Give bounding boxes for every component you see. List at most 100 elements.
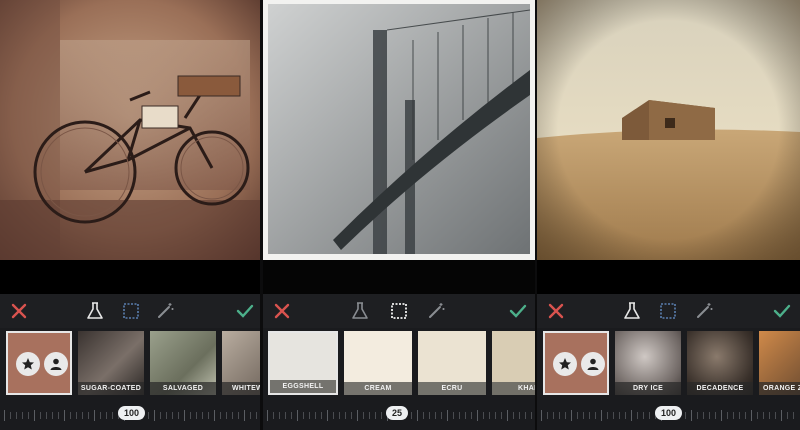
slider-tick [76,412,77,419]
edit-toolbar [263,294,537,328]
slider-tick [148,412,149,419]
filter-thumb-favorites[interactable] [543,331,609,395]
slider-tick [58,412,59,419]
slider-tick [541,410,542,421]
slider-tick [423,412,424,419]
favorite-button[interactable] [16,352,40,376]
slider-tick [351,412,352,419]
slider-tick [345,412,346,419]
apply-button[interactable] [507,300,529,322]
slider-tick [369,412,370,419]
slider-tick [34,410,35,421]
tab-frame[interactable] [120,300,142,322]
filter-thumb[interactable]: DRY ICE [615,331,681,395]
slider-tick [411,412,412,419]
favorite-button[interactable] [553,352,577,376]
slider-tick [178,412,179,419]
slider-value-badge[interactable]: 25 [386,406,409,420]
user-filters-button[interactable] [44,352,68,376]
slider-tick [267,410,268,421]
filter-strip: SUGAR-COATED SALVAGED WHITEWAS [0,328,263,398]
check-icon [236,304,254,318]
user-filters-button[interactable] [581,352,605,376]
cancel-button[interactable] [545,300,567,322]
slider-tick [637,412,638,419]
slider-tick [214,410,215,421]
slider-tick [4,410,5,421]
tab-magic[interactable] [693,300,715,322]
slider-tick [703,412,704,419]
edit-toolbar [0,294,263,328]
apply-button[interactable] [234,300,256,322]
slider-value-badge[interactable]: 100 [655,406,683,420]
slider-tick [483,412,484,419]
check-icon [773,304,791,318]
slider-tick [441,412,442,419]
frame-swatch-ecru[interactable]: ECRU [418,331,486,395]
slider-tick [100,412,101,419]
tab-magic[interactable] [154,300,176,322]
slider-tick [471,412,472,419]
intensity-slider[interactable]: 100 [0,398,263,430]
slider-tick [375,412,376,419]
slider-tick [781,410,782,421]
magic-wand-icon [429,303,445,318]
slider-tick [46,412,47,419]
slider-tick [70,412,71,419]
tab-lab[interactable] [84,300,106,322]
slider-tick [453,412,454,419]
cancel-button[interactable] [271,300,293,322]
slider-tick [595,412,596,419]
filter-thumb[interactable]: DECADENCE [687,331,753,395]
slider-tick [571,410,572,421]
slider-value-badge[interactable]: 100 [118,406,146,420]
photo-foggy-bridge [263,0,537,260]
slider-tick [613,412,614,419]
slider-tick [172,412,173,419]
tab-frame[interactable] [388,300,410,322]
slider-tick [232,412,233,419]
filter-thumb[interactable]: WHITEWAS [222,331,263,395]
filter-label: WHITEWAS [222,382,263,395]
frame-swatch-eggshell[interactable]: EGGSHELL [268,331,338,395]
slider-tick [601,410,602,421]
magic-wand-icon [158,303,174,318]
apply-button[interactable] [771,300,793,322]
slider-tick [363,412,364,419]
slider-tick [513,412,514,419]
filter-thumb[interactable]: SUGAR-COATED [78,331,144,395]
tab-magic[interactable] [425,300,447,322]
star-icon [22,358,34,370]
frame-label: CREAM [344,382,412,395]
slider-tick [721,410,722,421]
slider-tick [64,410,65,421]
frame-swatch-cream[interactable]: CREAM [344,331,412,395]
filter-thumb[interactable]: SALVAGED [150,331,216,395]
slider-tick [685,412,686,419]
filter-thumb[interactable]: ORANGE ZI [759,331,800,395]
intensity-slider[interactable]: 25 [263,398,537,430]
intensity-slider[interactable]: 100 [537,398,800,430]
tab-lab[interactable] [349,300,371,322]
tab-frame[interactable] [657,300,679,322]
cancel-button[interactable] [8,300,30,322]
check-icon [509,304,527,318]
filter-thumb-favorites[interactable] [6,331,72,395]
filter-label: SUGAR-COATED [78,382,144,395]
frame-icon [660,303,676,319]
slider-tick [208,412,209,419]
slider-tick [16,412,17,419]
slider-tick [106,412,107,419]
slider-tick [691,410,692,421]
photo-bottom-band [0,260,263,294]
slider-tick [291,412,292,419]
close-icon [11,303,27,319]
slider-tick [429,412,430,419]
slider-tick [297,410,298,421]
slider-tick [577,412,578,419]
slider-tick [495,412,496,419]
tab-lab[interactable] [621,300,643,322]
slider-tick [202,412,203,419]
frame-label: KHAKI [492,382,537,395]
frame-swatch-khaki[interactable]: KHAKI [492,331,537,395]
